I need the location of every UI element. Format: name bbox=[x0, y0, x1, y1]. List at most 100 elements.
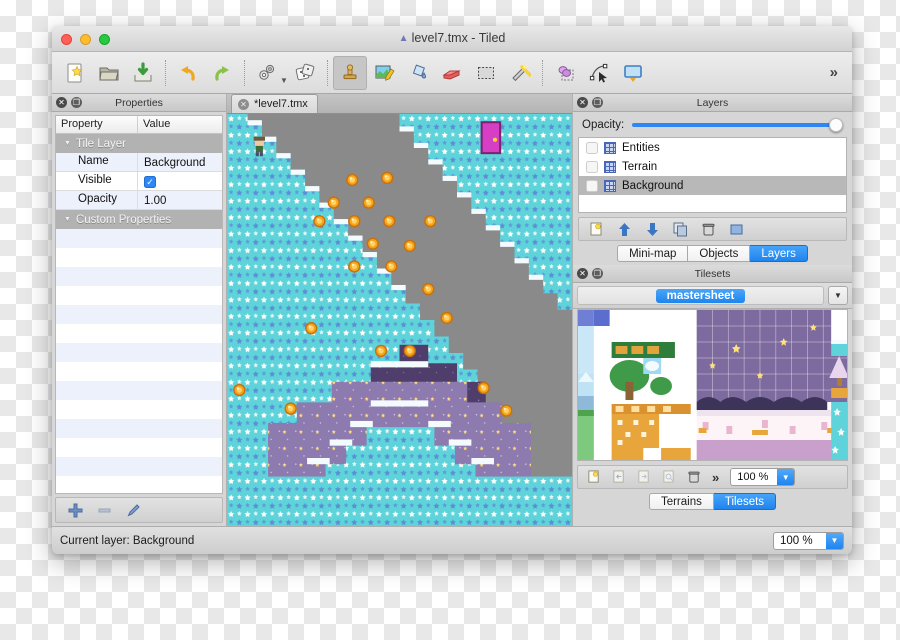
opacity-slider-track bbox=[632, 123, 843, 127]
insert-rectangle-icon bbox=[622, 62, 644, 84]
property-value[interactable]: ✓ bbox=[138, 172, 222, 191]
property-row-opacity[interactable]: Opacity 1.00 bbox=[56, 191, 222, 210]
new-map-button[interactable] bbox=[58, 56, 92, 90]
map-properties-button[interactable] bbox=[250, 56, 284, 90]
empty-property-row bbox=[56, 286, 222, 305]
paint-bucket-icon bbox=[407, 62, 429, 84]
layer-visibility-checkbox[interactable] bbox=[586, 141, 598, 154]
terrain-brush-tool[interactable] bbox=[367, 56, 401, 90]
property-group-custom-properties[interactable]: ▼ Custom Properties bbox=[56, 210, 222, 229]
layer-visibility-checkbox[interactable] bbox=[586, 179, 598, 192]
visible-checkbox[interactable]: ✓ bbox=[144, 176, 156, 188]
layer-visibility-checkbox[interactable] bbox=[586, 160, 598, 173]
chevron-down-icon[interactable]: ▼ bbox=[826, 532, 843, 549]
new-layer-icon[interactable] bbox=[589, 222, 604, 237]
toolbar-overflow-button[interactable]: » bbox=[830, 64, 846, 81]
layers-panel-title: Layers bbox=[696, 96, 729, 109]
layer-row-entities[interactable]: Entities bbox=[579, 138, 846, 157]
property-group-label: Tile Layer bbox=[75, 137, 127, 150]
map-zoom-combo[interactable]: 100 % ▼ bbox=[773, 531, 844, 550]
empty-property-row bbox=[56, 400, 222, 419]
empty-property-row bbox=[56, 438, 222, 457]
trash-icon[interactable] bbox=[701, 222, 716, 237]
close-icon[interactable]: ✕ bbox=[56, 97, 67, 108]
tilesets-tabstrip: Terrains Tilesets bbox=[573, 489, 852, 513]
float-panel-icon[interactable]: ❐ bbox=[592, 268, 603, 279]
close-icon[interactable]: ✕ bbox=[577, 268, 588, 279]
float-panel-icon[interactable]: ❐ bbox=[71, 97, 82, 108]
property-row-name[interactable]: Name Background bbox=[56, 153, 222, 172]
tileset-zoom-value: 100 % bbox=[737, 471, 769, 483]
layer-list[interactable]: Entities Terrain Background bbox=[578, 137, 847, 213]
property-value[interactable]: Background bbox=[138, 153, 222, 172]
opacity-slider-knob[interactable] bbox=[829, 118, 843, 132]
layer-row-terrain[interactable]: Terrain bbox=[579, 157, 846, 176]
document-tab-level7[interactable]: ✕ *level7.tmx bbox=[231, 94, 318, 113]
tilesets-panel-titlebar: ✕ ❐ Tilesets bbox=[573, 265, 852, 283]
open-map-button[interactable] bbox=[92, 56, 126, 90]
layer-row-background[interactable]: Background bbox=[579, 176, 846, 195]
bucket-fill-tool[interactable] bbox=[401, 56, 435, 90]
redo-button[interactable] bbox=[205, 56, 239, 90]
tileset-dropdown-button[interactable]: ▼ bbox=[828, 286, 848, 305]
edit-polygons-tool[interactable] bbox=[582, 56, 616, 90]
toolbar-separator bbox=[165, 59, 166, 86]
properties-panel-titlebar: ✕ ❐ Properties bbox=[52, 94, 226, 112]
tab-layers[interactable]: Layers bbox=[750, 245, 808, 262]
stamp-brush-tool[interactable] bbox=[332, 55, 367, 90]
export-tileset-icon[interactable] bbox=[637, 470, 651, 484]
properties-icon[interactable] bbox=[729, 222, 744, 237]
magic-wand-tool[interactable] bbox=[503, 56, 537, 90]
tab-tilesets[interactable]: Tilesets bbox=[713, 493, 777, 510]
chevron-down-icon: ▼ bbox=[64, 140, 71, 147]
tileset-tab-mastersheet[interactable]: mastersheet bbox=[655, 288, 746, 303]
rectangular-select-tool[interactable] bbox=[469, 56, 503, 90]
property-row-visible[interactable]: Visible ✓ bbox=[56, 172, 222, 191]
close-icon[interactable]: ✕ bbox=[577, 97, 588, 108]
tiled-logo-icon: ▲ bbox=[398, 33, 409, 44]
opacity-slider[interactable] bbox=[632, 118, 843, 132]
tileset-tab-area: mastersheet bbox=[577, 286, 824, 305]
map-canvas[interactable] bbox=[227, 114, 572, 526]
save-map-button[interactable] bbox=[126, 56, 160, 90]
insert-rectangle-tool[interactable] bbox=[616, 56, 650, 90]
random-mode-button[interactable] bbox=[288, 56, 322, 90]
tilesets-panel-title: Tilesets bbox=[694, 267, 731, 280]
empty-property-row bbox=[56, 305, 222, 324]
arrow-up-icon[interactable] bbox=[617, 222, 632, 237]
float-panel-icon[interactable]: ❐ bbox=[592, 97, 603, 108]
window-titlebar: ▲ level7.tmx - Tiled bbox=[52, 26, 852, 52]
opacity-label: Opacity: bbox=[582, 119, 625, 131]
new-tileset-icon[interactable] bbox=[587, 470, 601, 484]
plus-icon[interactable] bbox=[68, 503, 83, 518]
trash-icon[interactable] bbox=[687, 470, 701, 484]
tab-objects[interactable]: Objects bbox=[688, 245, 751, 262]
duplicate-icon[interactable] bbox=[673, 222, 688, 237]
embed-tileset-icon[interactable] bbox=[612, 470, 626, 484]
redo-arrow-icon bbox=[211, 62, 233, 84]
chevron-down-icon[interactable]: ▼ bbox=[777, 469, 795, 485]
tileset-view[interactable] bbox=[577, 309, 848, 461]
gears-icon bbox=[256, 62, 278, 84]
edit-tileset-icon[interactable] bbox=[662, 470, 676, 484]
document-tabbar: ✕ *level7.tmx bbox=[227, 94, 572, 114]
arrow-down-icon[interactable] bbox=[645, 222, 660, 237]
select-objects-tool[interactable] bbox=[548, 56, 582, 90]
empty-property-row bbox=[56, 419, 222, 438]
close-icon[interactable]: ✕ bbox=[238, 98, 249, 110]
map-canvas-viewport[interactable] bbox=[227, 114, 572, 526]
minus-icon[interactable] bbox=[97, 503, 112, 518]
property-group-tile-layer[interactable]: ▼ Tile Layer bbox=[56, 134, 222, 153]
terrain-pencil-icon bbox=[373, 62, 395, 84]
undo-button[interactable] bbox=[171, 56, 205, 90]
open-folder-icon bbox=[98, 62, 120, 84]
layers-tabstrip: Mini-map Objects Layers bbox=[573, 241, 852, 265]
chevron-double-right-icon[interactable]: » bbox=[712, 470, 719, 485]
property-value[interactable]: 1.00 bbox=[138, 191, 222, 210]
tab-mini-map[interactable]: Mini-map bbox=[617, 245, 689, 262]
tab-terrains[interactable]: Terrains bbox=[648, 493, 714, 510]
eraser-tool[interactable] bbox=[435, 56, 469, 90]
layer-name: Background bbox=[622, 179, 684, 192]
pencil-icon[interactable] bbox=[126, 503, 141, 518]
tileset-zoom-combo[interactable]: 100 % ▼ bbox=[730, 468, 796, 486]
